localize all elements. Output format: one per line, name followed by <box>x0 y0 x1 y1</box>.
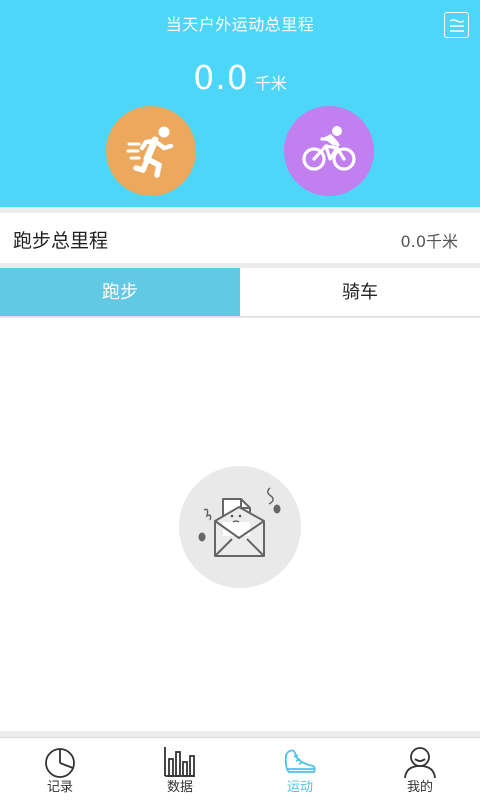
running-total-value: 0.0千米 <box>400 232 458 251</box>
total-distance-value: 0.0 <box>193 58 249 97</box>
nav-item-records[interactable]: 记录 <box>0 738 120 800</box>
total-distance-unit: 千米 <box>254 74 287 93</box>
running-mode-button[interactable] <box>106 106 196 196</box>
nav-item-profile[interactable]: 我的 <box>360 738 480 800</box>
pie-chart-icon <box>45 748 75 778</box>
total-distance: 0.0 千米 <box>0 58 480 97</box>
nav-label-sport: 运动 <box>286 780 313 795</box>
sneaker-icon <box>284 749 316 773</box>
empty-state <box>179 466 301 588</box>
empty-envelope-icon <box>198 487 281 557</box>
page-title: 当天户外运动总里程 <box>165 15 315 34</box>
menu-list-icon <box>449 19 465 32</box>
sport-tabs: 跑步 骑车 <box>0 268 480 317</box>
user-profile-icon <box>404 747 436 779</box>
records-list <box>0 318 480 731</box>
nav-label-data: 数据 <box>166 780 193 795</box>
cyclist-icon <box>302 126 356 171</box>
running-total-label: 跑步总里程 <box>13 230 109 252</box>
cycling-mode-button[interactable] <box>284 106 374 196</box>
bar-chart-icon <box>164 747 195 777</box>
tab-cycling[interactable]: 骑车 <box>240 268 480 316</box>
bottom-navigation: 记录 数据 运动 我的 <box>0 737 480 800</box>
running-total-row: 跑步总里程 0.0千米 <box>0 213 480 263</box>
nav-label-profile: 我的 <box>406 780 433 795</box>
header: 当天户外运动总里程 0.0 千米 <box>0 0 480 207</box>
nav-label-records: 记录 <box>46 780 73 795</box>
nav-item-data[interactable]: 数据 <box>120 738 240 800</box>
running-person-icon <box>126 126 174 178</box>
menu-button[interactable] <box>444 12 469 38</box>
nav-item-sport[interactable]: 运动 <box>240 738 360 800</box>
tab-running[interactable]: 跑步 <box>0 268 240 316</box>
